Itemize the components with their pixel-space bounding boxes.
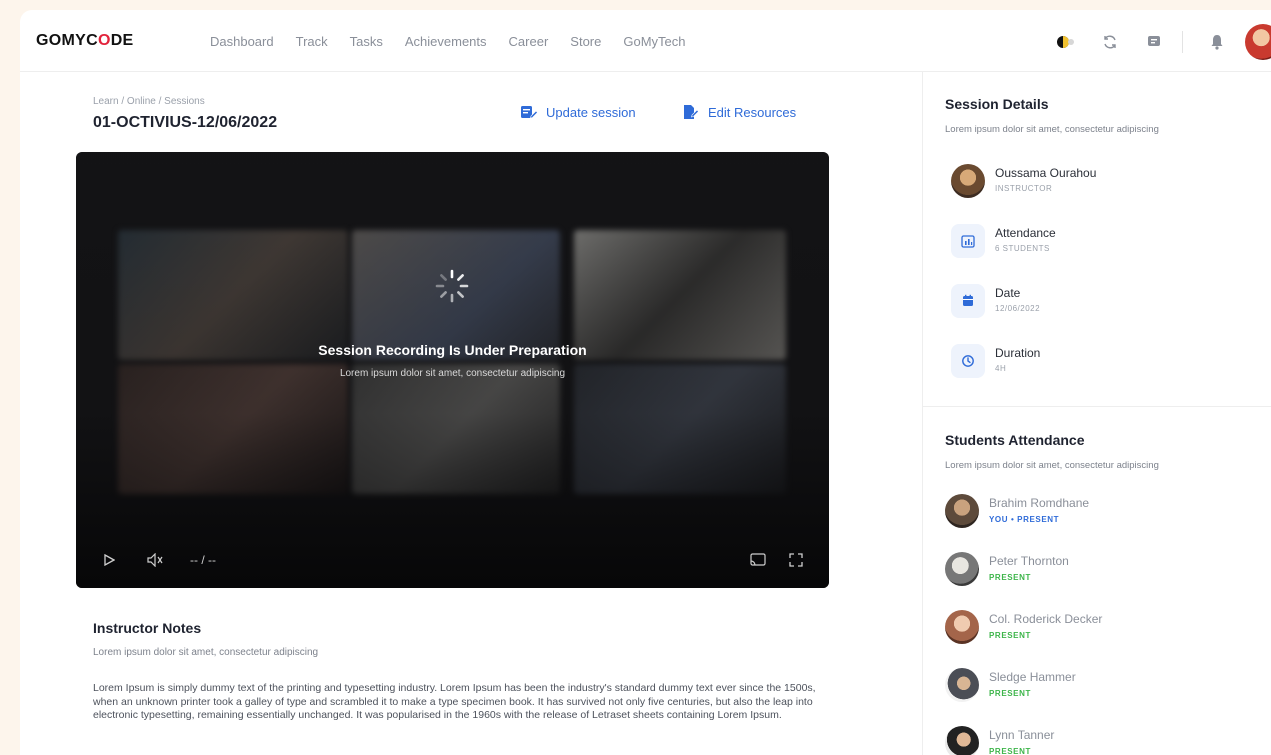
attendance-chart-icon: [951, 224, 985, 258]
nav-store[interactable]: Store: [570, 34, 601, 49]
instructor-notes-body: Lorem Ipsum is simply dummy text of the …: [93, 682, 816, 721]
top-actions: [1032, 22, 1271, 62]
right-panel: Session Details Lorem ipsum dolor sit am…: [922, 72, 1271, 755]
instructor-notes-title: Instructor Notes: [93, 620, 202, 636]
student-row[interactable]: Col. Roderick Decker PRESENT: [945, 610, 1102, 644]
student-status: PRESENT: [989, 689, 1031, 698]
instructor-notes-subtitle: Lorem ipsum dolor sit amet, consectetur …: [93, 647, 319, 658]
playback-time: -- / --: [190, 553, 216, 567]
student-name: Brahim Romdhane: [989, 496, 1090, 510]
panel-divider: [923, 406, 1271, 407]
main-nav: Dashboard Track Tasks Achievements Caree…: [210, 34, 708, 49]
student-row[interactable]: Lynn Tanner PRESENT: [945, 726, 1054, 755]
video-player[interactable]: Session Recording Is Under Preparation L…: [76, 152, 829, 588]
gomycode-logo[interactable]: GOMYCODE: [36, 32, 134, 50]
refresh-icon[interactable]: [1100, 32, 1120, 52]
calendar-icon: [951, 284, 985, 318]
cast-icon[interactable]: [747, 549, 769, 571]
student-name: Lynn Tanner: [989, 728, 1055, 742]
session-title: 01-OCTIVIUS-12/06/2022: [93, 114, 278, 131]
student-avatar: [945, 610, 979, 644]
clock-icon: [951, 344, 985, 378]
attendance-row: Attendance 6 STUDENTS: [951, 224, 1056, 258]
duration-label: Duration: [995, 346, 1041, 360]
breadcrumb: Learn / Online / Sessions: [93, 96, 205, 107]
date-label: Date: [995, 286, 1021, 300]
recording-status-title: Session Recording Is Under Preparation: [318, 342, 587, 358]
messages-icon[interactable]: [1144, 32, 1164, 52]
bell-icon[interactable]: [1207, 32, 1227, 52]
duration-value: 4H: [995, 364, 1007, 373]
session-details-subtitle: Lorem ipsum dolor sit amet, consectetur …: [945, 124, 1159, 135]
top-navigation-bar: GOMYCODE Dashboard Track Tasks Achieveme…: [20, 10, 1271, 72]
player-controls: -- / --: [76, 532, 829, 588]
nav-tasks[interactable]: Tasks: [350, 34, 383, 49]
student-name: Col. Roderick Decker: [989, 612, 1103, 626]
nav-achievements[interactable]: Achievements: [405, 34, 487, 49]
edit-resources-label: Edit Resources: [708, 104, 797, 120]
student-status: PRESENT: [989, 631, 1031, 640]
update-session-label: Update session: [546, 104, 636, 120]
students-attendance-subtitle: Lorem ipsum dolor sit amet, consectetur …: [945, 460, 1159, 471]
nav-dashboard[interactable]: Dashboard: [210, 34, 274, 49]
student-name: Peter Thornton: [989, 554, 1069, 568]
student-status: YOU • PRESENT: [989, 515, 1060, 524]
toolbar-divider: [1182, 31, 1183, 53]
instructor-row[interactable]: Oussama Ourahou INSTRUCTOR: [951, 164, 1096, 198]
student-name: Sledge Hammer: [989, 670, 1076, 684]
edit-document-icon: [521, 106, 538, 119]
volume-icon[interactable]: [144, 549, 166, 571]
student-status: PRESENT: [989, 573, 1031, 582]
student-row[interactable]: Peter Thornton PRESENT: [945, 552, 1069, 586]
nav-gomytech[interactable]: GoMyTech: [623, 34, 685, 49]
student-status: PRESENT: [989, 747, 1031, 755]
edit-resources-button[interactable]: Edit Resources: [682, 104, 796, 120]
duration-row: Duration 4H: [951, 344, 1040, 378]
app-window: GOMYCODE Dashboard Track Tasks Achieveme…: [20, 10, 1271, 755]
attendance-value: 6 STUDENTS: [995, 244, 1050, 253]
date-row: Date 12/06/2022: [951, 284, 1040, 318]
student-avatar: [945, 494, 979, 528]
attendance-label: Attendance: [995, 226, 1056, 240]
play-icon[interactable]: [98, 549, 120, 571]
nav-career[interactable]: Career: [509, 34, 549, 49]
instructor-role: INSTRUCTOR: [995, 184, 1053, 193]
instructor-avatar: [951, 164, 985, 198]
user-avatar[interactable]: [1245, 24, 1271, 60]
update-session-button[interactable]: Update session: [520, 104, 636, 120]
session-details-title: Session Details: [945, 96, 1049, 112]
student-avatar: [945, 726, 979, 755]
recording-status-subtitle: Lorem ipsum dolor sit amet, consectetur …: [339, 368, 566, 379]
theme-toggle-icon[interactable]: [1056, 32, 1076, 52]
date-value: 12/06/2022: [995, 304, 1041, 313]
loading-spinner-icon: [435, 269, 469, 303]
students-attendance-title: Students Attendance: [945, 432, 1085, 448]
edit-file-icon: [684, 105, 699, 119]
instructor-name: Oussama Ourahou: [995, 166, 1097, 180]
student-avatar: [945, 552, 979, 586]
student-row[interactable]: Sledge Hammer PRESENT: [945, 668, 1076, 702]
student-avatar: [945, 668, 979, 702]
nav-track[interactable]: Track: [296, 34, 328, 49]
fullscreen-icon[interactable]: [785, 549, 807, 571]
student-row[interactable]: Brahim Romdhane YOU • PRESENT: [945, 494, 1089, 528]
